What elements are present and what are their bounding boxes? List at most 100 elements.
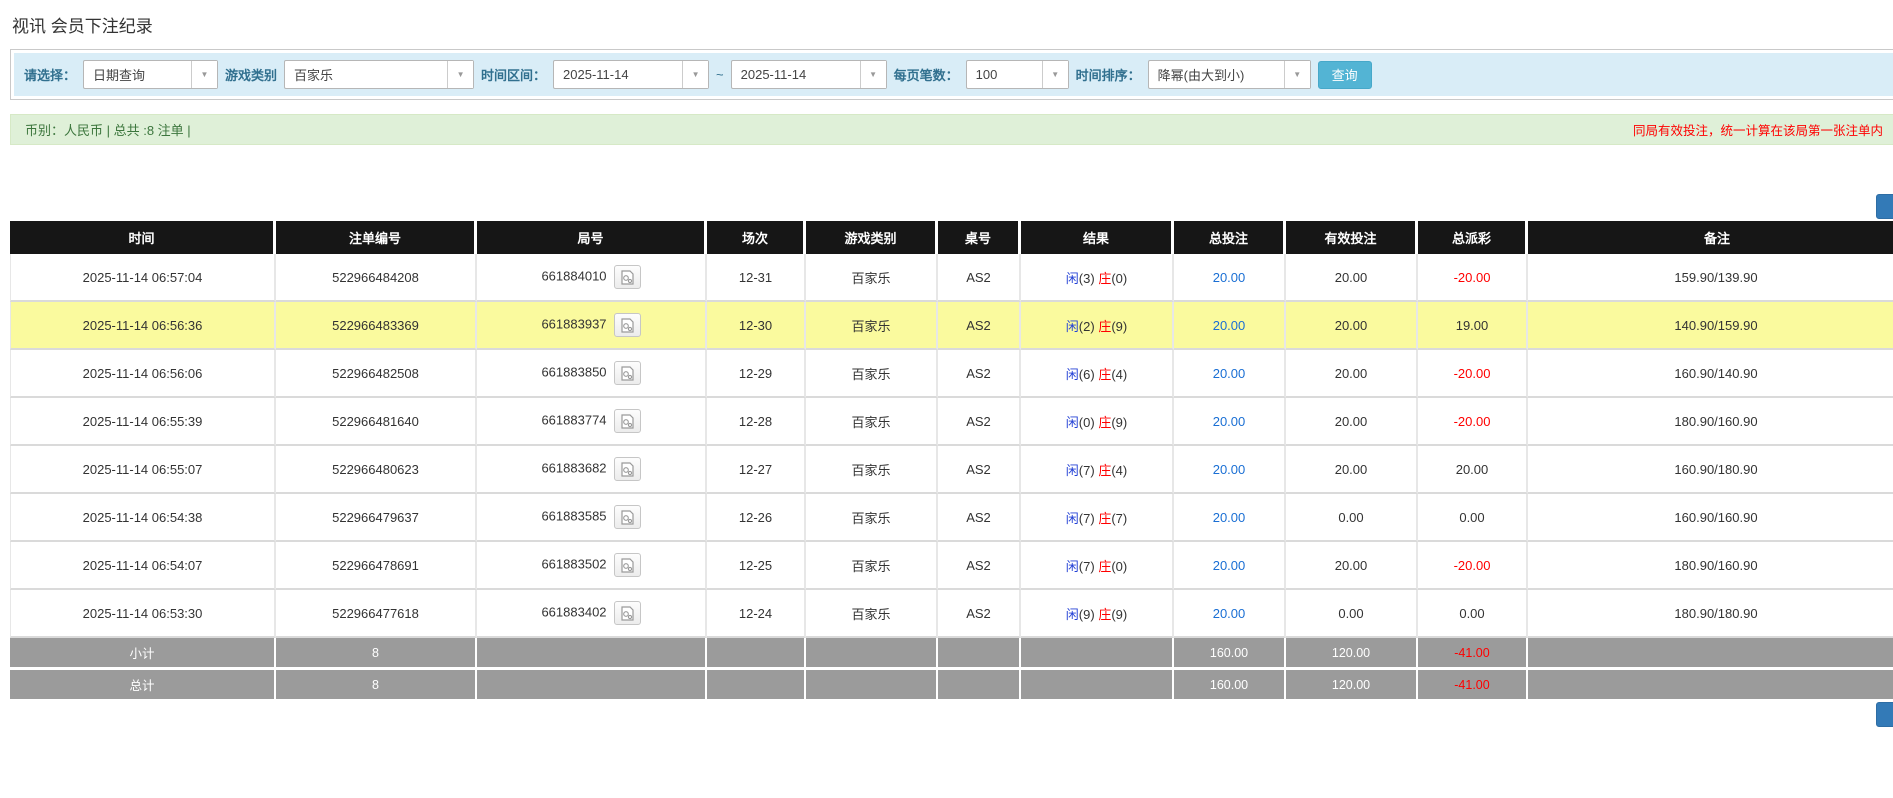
cell-time: 2025-11-14 06:56:36 — [10, 302, 276, 350]
cell-round-id: 661883502 — [477, 542, 707, 590]
column-header: 总投注 — [1174, 221, 1286, 254]
cell-bet-id: 522966478691 — [276, 542, 477, 590]
date-to-select[interactable]: 2025-11-14 ▼ — [730, 60, 887, 89]
result-banker-value: (4) — [1111, 366, 1128, 382]
query-button[interactable]: 查询 — [1317, 60, 1372, 89]
valid-bet-notice: 同局有效投注，统一计算在该局第一张注单内 — [1632, 124, 1883, 138]
cell-payout: -20.00 — [1418, 254, 1528, 302]
table-row: 2025-11-14 06:55:07 522966480623 661883682… — [10, 446, 1893, 494]
column-header: 局号 — [477, 221, 707, 254]
cell-remark: 160.90/180.90 — [1528, 446, 1893, 494]
cell-round-id: 661883402 — [477, 590, 707, 638]
total-bet-link[interactable]: 20.00 — [1213, 606, 1246, 621]
result-player-label: 闲 — [1065, 270, 1079, 286]
result-banker-value: (7) — [1111, 510, 1128, 526]
total-bet-link[interactable]: 20.00 — [1213, 366, 1246, 381]
cell-remark: 180.90/160.90 — [1528, 398, 1893, 446]
cell-payout: -20.00 — [1418, 542, 1528, 590]
total-bet-link[interactable]: 20.00 — [1213, 558, 1246, 573]
cell-total-bet: 20.00 — [1174, 254, 1286, 302]
column-header: 总派彩 — [1418, 221, 1528, 254]
cell-bet-id: 522966480623 — [276, 446, 477, 494]
cell-game-type: 百家乐 — [806, 446, 938, 494]
video-icon — [620, 509, 634, 525]
date-type-select-value: 日期查询 — [93, 68, 146, 83]
cell-game-type: 百家乐 — [806, 494, 938, 542]
result-banker-value: (0) — [1111, 558, 1128, 574]
page-size-value: 100 — [975, 67, 998, 82]
video-replay-button[interactable] — [613, 601, 641, 625]
result-player-value: (9) — [1078, 606, 1095, 622]
cell-session: 12-30 — [707, 302, 806, 350]
result-banker-label: 庄 — [1098, 462, 1112, 478]
game-type-select-value: 百家乐 — [294, 68, 334, 83]
subtotal-row: 小计 8 160.00 120.00 -41.00 — [10, 638, 1893, 670]
chevron-down-icon: ▼ — [447, 61, 474, 88]
cell-result: 闲(7) 庄(4) — [1021, 446, 1174, 494]
pagination-button-bottom-partial[interactable] — [1876, 702, 1893, 727]
chevron-down-icon: ▼ — [1041, 61, 1068, 88]
cell-table-no: AS2 — [938, 542, 1021, 590]
video-replay-button[interactable] — [613, 313, 641, 337]
result-player-label: 闲 — [1065, 462, 1079, 478]
cell-session: 12-26 — [707, 494, 806, 542]
video-replay-button[interactable] — [613, 505, 641, 529]
total-bet-link[interactable]: 20.00 — [1213, 414, 1246, 429]
round-id-text: 661883937 — [541, 316, 607, 332]
cell-total-bet: 20.00 — [1174, 350, 1286, 398]
game-type-select[interactable]: 百家乐 ▼ — [284, 60, 475, 89]
date-from-value: 2025-11-14 — [563, 67, 629, 82]
cell-valid-bet: 20.00 — [1286, 398, 1418, 446]
currency-total-text: 币别：人民币 | 总共 :8 注单 | — [25, 123, 191, 138]
subtotal-total-bet: 160.00 — [1174, 638, 1286, 670]
video-replay-button[interactable] — [613, 265, 641, 289]
total-bet-link[interactable]: 20.00 — [1213, 270, 1246, 285]
total-bet-link[interactable]: 20.00 — [1213, 462, 1246, 477]
total-bet-link[interactable]: 20.00 — [1213, 510, 1246, 525]
subtotal-payout: -41.00 — [1418, 638, 1528, 670]
result-player-value: (0) — [1078, 414, 1095, 430]
video-replay-button[interactable] — [613, 361, 641, 385]
video-replay-button[interactable] — [613, 409, 641, 433]
page-size-select[interactable]: 100 ▼ — [965, 60, 1069, 89]
cell-total-bet: 20.00 — [1174, 446, 1286, 494]
round-id-text: 661883402 — [541, 604, 607, 620]
cell-remark: 160.90/140.90 — [1528, 350, 1893, 398]
column-header: 游戏类别 — [806, 221, 938, 254]
table-row: 2025-11-14 06:56:36 522966483369 661883937… — [10, 302, 1893, 350]
summary-bar: 币别：人民币 | 总共 :8 注单 | 同局有效投注，统一计算在该局第一张注单内 — [10, 114, 1893, 145]
sort-label: 时间排序： — [1075, 68, 1141, 83]
date-type-select[interactable]: 日期查询 ▼ — [83, 60, 219, 89]
result-banker-label: 庄 — [1098, 318, 1112, 334]
video-icon — [620, 557, 634, 573]
sort-select[interactable]: 降幂(由大到小) ▼ — [1147, 60, 1311, 89]
video-icon — [620, 413, 634, 429]
cell-game-type: 百家乐 — [806, 350, 938, 398]
bet-records-table: 时间 注单编号 局号 场次 游戏类别 桌号 结果 总投注 有效投注 总派彩 备注 2025-11-1… — [10, 221, 1893, 702]
cell-result: 闲(9) 庄(9) — [1021, 590, 1174, 638]
pagination-button-top-partial[interactable] — [1876, 194, 1893, 219]
round-id-text: 661883502 — [541, 556, 607, 572]
cell-valid-bet: 20.00 — [1286, 254, 1418, 302]
cell-bet-id: 522966484208 — [276, 254, 477, 302]
date-from-select[interactable]: 2025-11-14 ▼ — [553, 60, 710, 89]
result-player-value: (6) — [1078, 366, 1095, 382]
cell-valid-bet: 20.00 — [1286, 350, 1418, 398]
total-bet-link[interactable]: 20.00 — [1213, 318, 1246, 333]
cell-session: 12-28 — [707, 398, 806, 446]
range-separator: ~ — [716, 67, 724, 82]
result-player-value: (2) — [1078, 318, 1095, 334]
table-row: 2025-11-14 06:53:30 522966477618 661883402… — [10, 590, 1893, 638]
time-range-label: 时间区间： — [481, 68, 547, 83]
video-replay-button[interactable] — [613, 457, 641, 481]
cell-total-bet: 20.00 — [1174, 398, 1286, 446]
cell-round-id: 661884010 — [477, 254, 707, 302]
game-type-label: 游戏类别 — [225, 68, 278, 83]
video-icon — [620, 269, 634, 285]
cell-session: 12-31 — [707, 254, 806, 302]
cell-bet-id: 522966479637 — [276, 494, 477, 542]
video-replay-button[interactable] — [613, 553, 641, 577]
result-player-value: (7) — [1078, 558, 1095, 574]
result-player-value: (3) — [1078, 270, 1095, 286]
cell-bet-id: 522966483369 — [276, 302, 477, 350]
